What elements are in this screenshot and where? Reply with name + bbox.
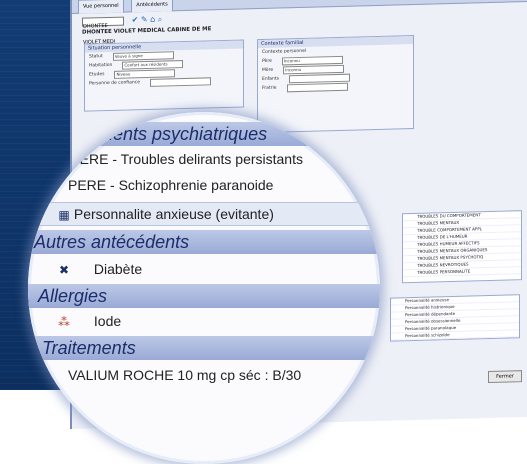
other-item-label: Diabète — [93, 261, 143, 277]
tab-vue-personnel[interactable]: Vue personnel — [78, 0, 124, 14]
toolbar-icons[interactable]: ✔ ✎ ⌂ ⌕ — [132, 15, 163, 25]
other-item[interactable]: ✖ Diabète — [28, 258, 380, 280]
treatment-item[interactable]: VALIUM ROCHE 10 mg cp séc : B/30 — [28, 364, 380, 386]
toolbar-select[interactable]: DHONTEE VIOLET MEDI — [82, 16, 124, 46]
selection-list[interactable]: Personnalité anxieuse Personnalité histr… — [390, 294, 520, 342]
section-allergies: Allergies — [28, 284, 380, 308]
section-treatments: Traitements — [28, 336, 380, 360]
psy-item[interactable]: MERE - Troubles delirants persistants — [28, 148, 380, 170]
psy-item-label: Personnalite anxieuse (evitante) — [73, 206, 274, 222]
close-button[interactable]: Fermer — [488, 370, 522, 384]
cross-icon: ✖ — [58, 263, 70, 277]
molecule-icon: ⁂ — [58, 315, 70, 329]
section-psychiatric: ...dents psychiatriques — [28, 122, 380, 146]
psy-item-selected[interactable]: ▦ Personnalite anxieuse (evitante) — [28, 202, 380, 226]
allergy-item[interactable]: ⁂ Iode — [28, 310, 380, 332]
family-context-group: Contexte familial Contexte personnel Pèr… — [257, 34, 414, 134]
section-other-history: Autres antécédents — [28, 230, 380, 254]
grid-icon: ▦ — [58, 208, 70, 222]
allergy-item-label: Iode — [93, 313, 122, 329]
tab-antecedents[interactable]: Antécédents — [131, 0, 173, 13]
magnifier: ...dents psychiatriques MERE - Troubles … — [28, 112, 380, 464]
personal-situation-group: Situation personnelle Statut Veuve à sign… — [84, 39, 244, 112]
psy-item[interactable]: PERE - Schizophrenie paranoide — [28, 174, 380, 196]
pathology-tree[interactable]: TROUBLES DU COMPORTEMENT TROUBLES MENTAU… — [402, 210, 522, 284]
